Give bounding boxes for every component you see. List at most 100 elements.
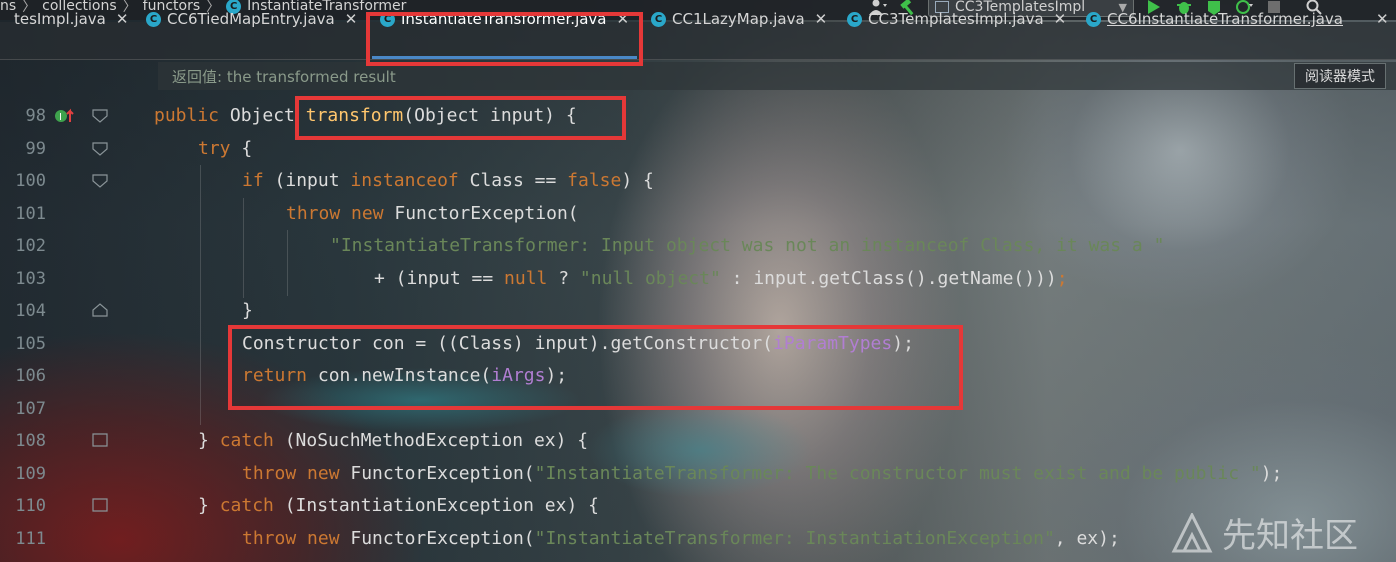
line-number: 101 [15,204,46,224]
class-icon: C [1086,11,1101,27]
code-token: ; [1056,268,1068,289]
code-token: } [198,495,220,516]
code-token: "InstantiateTransformer: InstantiationEx… [534,528,1055,549]
code-token: "InstantiateTransformer: The constructor… [534,463,1261,484]
code-token: public [154,105,220,126]
code-line-109[interactable]: throw new FunctorException("InstantiateT… [242,458,1282,490]
code-line-108[interactable]: } catch (NoSuchMethodException ex) { [198,425,588,457]
code-token: new [307,463,340,484]
code-token: ) { [621,170,654,191]
highlight-box-tab [366,12,643,66]
inlay-hint-bar: 返回值: the transformed result 阅读器模式 [158,62,1396,90]
line-number: 105 [15,334,46,354]
line-number: 98 [25,106,46,126]
code-token: new [351,203,384,224]
code-token: "null object" [579,268,721,289]
highlight-box-constructor-call [228,325,963,410]
code-line-103[interactable]: + (input == null ? "null object" : input… [374,263,1068,295]
watermark-logo-icon [1171,512,1213,552]
close-icon[interactable]: ✕ [116,10,129,28]
code-token: "InstantiateTransformer: Input object wa… [330,235,1165,256]
code-token: (NoSuchMethodException ex) { [273,430,589,451]
svg-text:I: I [59,112,62,123]
code-token: { [230,138,253,159]
code-line-99[interactable]: try { [198,133,252,165]
class-icon: C [146,11,161,27]
code-line-102[interactable]: "InstantiateTransformer: Input object wa… [330,230,1164,262]
line-number: 107 [15,399,46,419]
code-line-110[interactable]: } catch (InstantiationException ex) { [198,490,599,522]
tab-cc6instantiatetransformer[interactable]: C CC6InstantiateTransformer.java [1086,6,1343,32]
class-icon: C [651,11,666,27]
tab-label: CC6InstantiateTransformer.java [1107,10,1343,28]
tab-cc3templatesimpl[interactable]: C CC3TemplatesImpl.java ✕ [847,6,1066,32]
fold-marker-icon[interactable] [92,174,108,188]
code-token: throw [242,528,297,549]
close-icon: ✕ [1376,10,1389,28]
code-token: } [242,300,253,321]
code-token: } [198,430,220,451]
code-token: Class == [458,170,568,191]
fold-end-marker-icon[interactable] [92,303,108,317]
indent-guide [243,198,244,298]
code-token: + (input == [374,268,505,289]
tab-cc1lazymap[interactable]: C CC1LazyMap.java ✕ [651,6,827,32]
code-token: if [242,170,264,191]
tab-label: CC1LazyMap.java [672,10,805,28]
line-number: 110 [15,496,46,516]
close-icon[interactable]: ✕ [815,10,828,28]
tab-templatesimpl[interactable]: tesImpl.java ✕ [14,6,128,32]
code-line-111[interactable]: throw new FunctorException("InstantiateT… [242,523,1120,555]
watermark: 先知社区 [1170,508,1358,557]
line-number: 103 [15,269,46,289]
tab-overflow-button[interactable]: ✕ [1372,6,1389,32]
line-number: 99 [25,139,46,159]
close-icon[interactable]: ✕ [1054,10,1067,28]
reader-mode-button[interactable]: 阅读器模式 [1294,63,1386,89]
fold-marker-icon[interactable] [92,498,108,512]
watermark-text: 先知社区 [1222,516,1358,556]
line-number: 102 [15,236,46,256]
line-number: 100 [15,171,46,191]
line-number: 109 [15,464,46,484]
code-token: throw [286,203,341,224]
line-number: 108 [15,431,46,451]
line-number: 111 [15,529,46,549]
line-number: 104 [15,301,46,321]
code-token: ? [547,268,580,289]
class-icon: C [847,11,862,27]
tab-label: CC6TiedMapEntry.java [167,10,335,28]
code-token: FunctorException( [339,463,535,484]
line-number: 106 [15,366,46,386]
fold-marker-icon[interactable] [92,433,108,447]
code-token: new [307,528,340,549]
code-token: FunctorException( [383,203,579,224]
code-token: (InstantiationException ex) { [273,495,599,516]
code-token: catch [219,430,274,451]
code-token: false [567,170,622,191]
code-line-101[interactable]: throw new FunctorException( [286,198,579,230]
code-token: , ex); [1054,528,1120,549]
tab-cc6tiedmapentry[interactable]: C CC6TiedMapEntry.java ✕ [146,6,357,32]
fold-marker-icon[interactable] [92,109,108,123]
close-icon[interactable]: ✕ [345,10,358,28]
indent-guide [200,165,201,425]
code-token: instanceof [350,170,459,191]
indent-guide [287,230,288,296]
code-token: null [504,268,548,289]
code-token: try [198,138,231,159]
fold-marker-icon[interactable] [92,142,108,156]
code-token: catch [219,495,274,516]
implements-method-icon[interactable]: I [54,108,76,128]
code-line-104[interactable]: } [242,295,253,327]
code-token: throw [242,463,297,484]
tab-label: tesImpl.java [14,10,106,28]
code-token: : input.getClass().getName())) [720,268,1057,289]
code-token: FunctorException( [339,528,535,549]
code-line-100[interactable]: if (input instanceof Class == false) { [242,165,654,197]
code-token: Object [219,105,306,126]
code-token: (input [263,170,351,191]
